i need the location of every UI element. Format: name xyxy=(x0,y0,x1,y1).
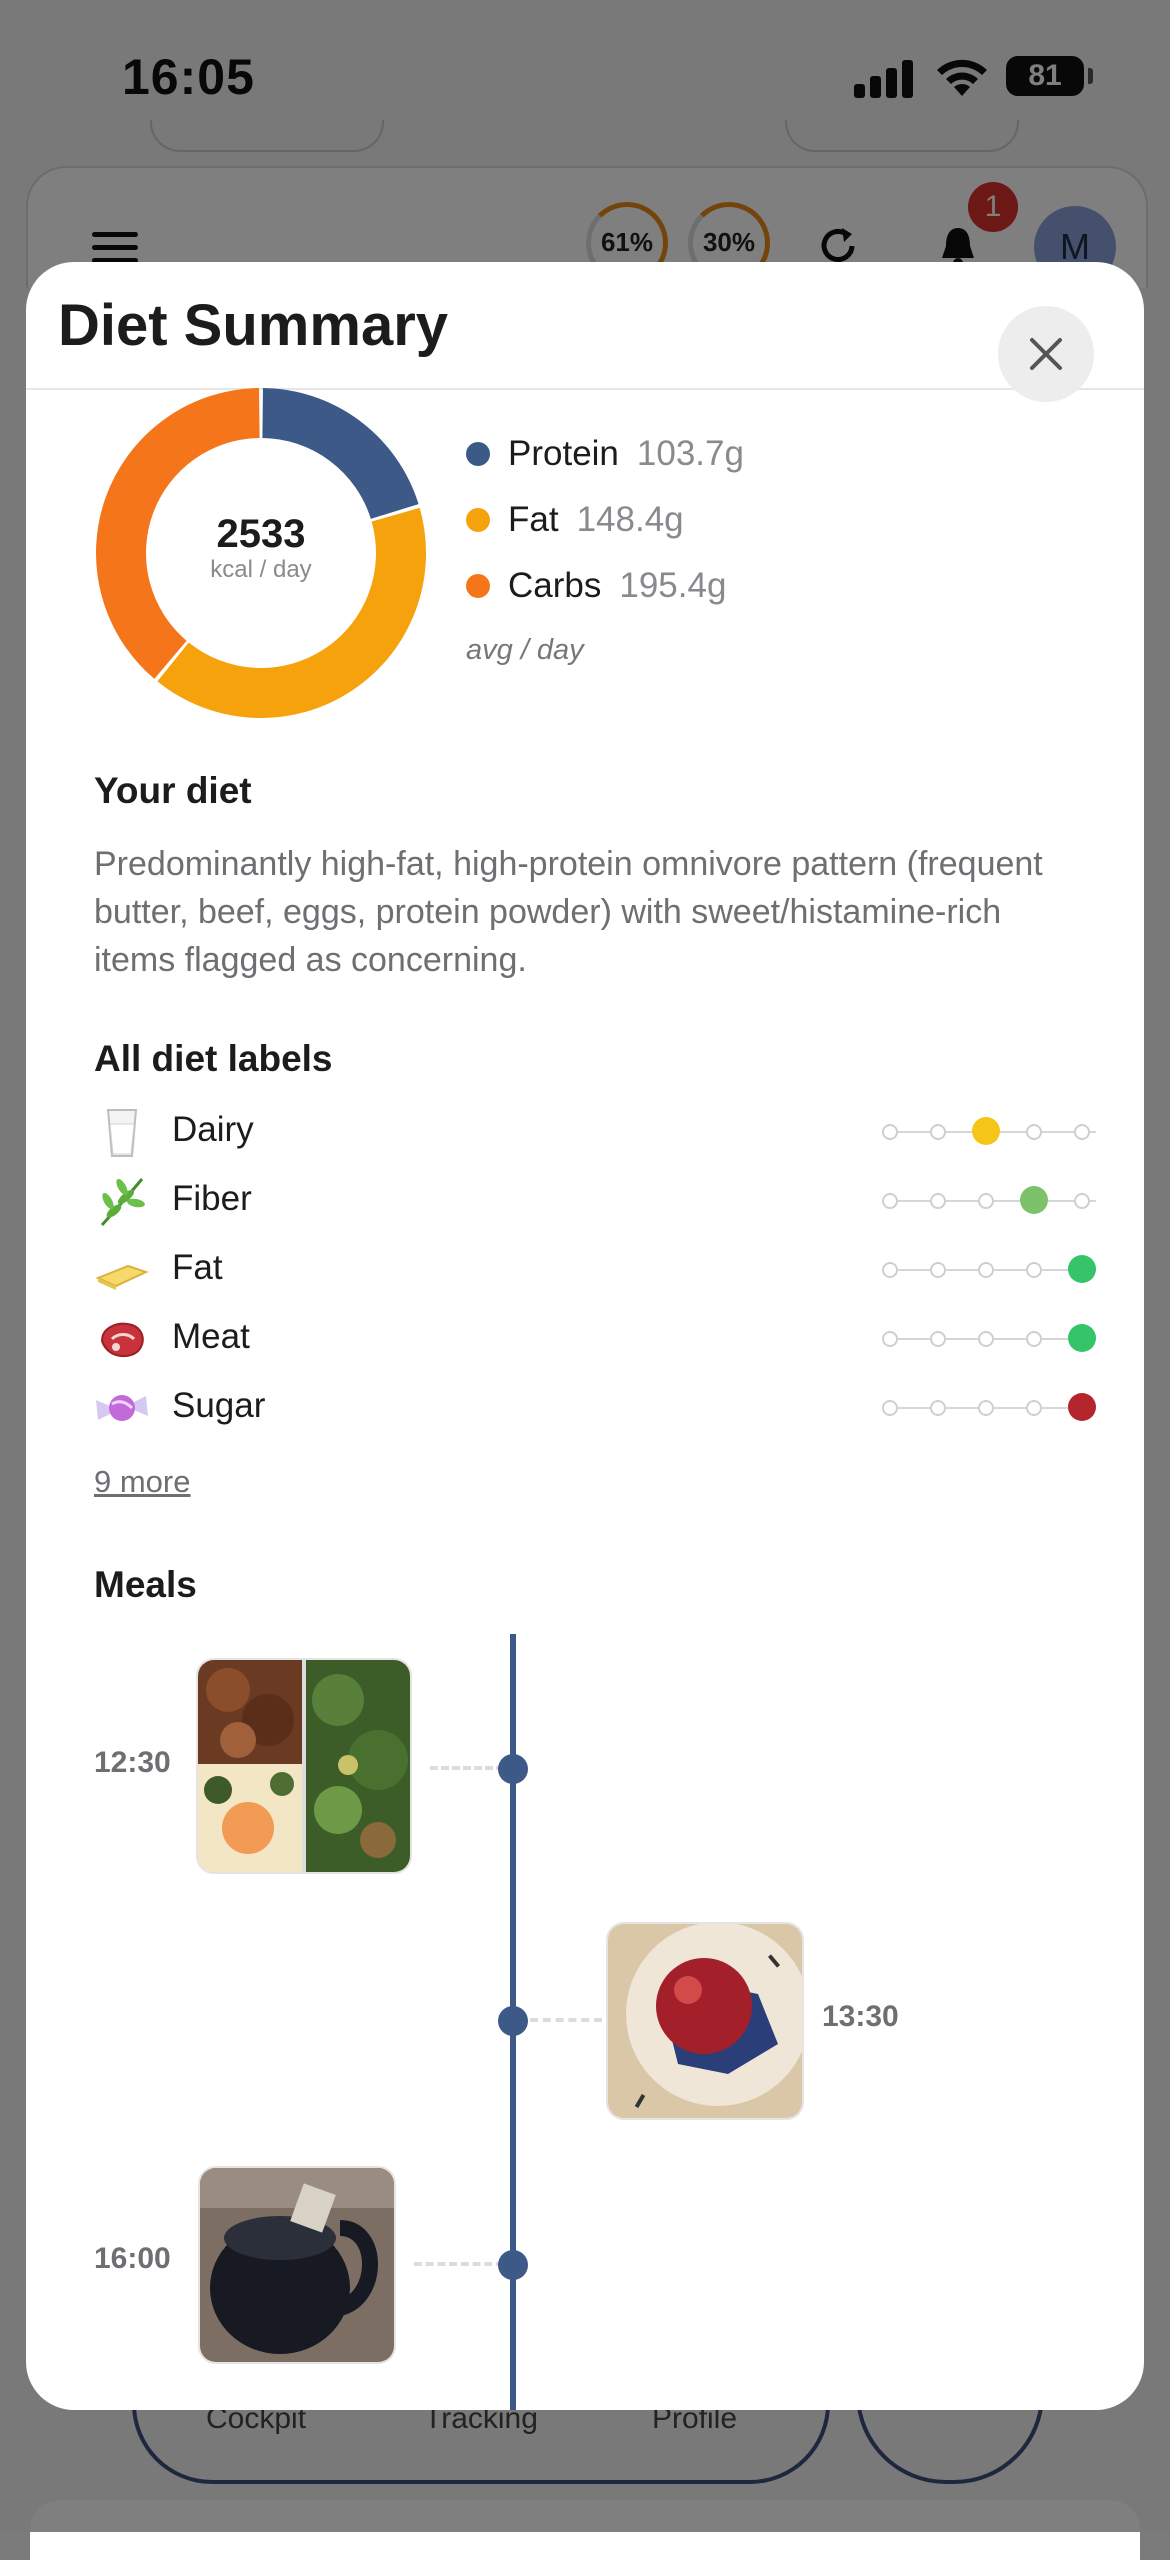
scale-dot-active xyxy=(1068,1393,1096,1421)
scale-dot xyxy=(882,1331,898,1347)
scale-dot-active xyxy=(972,1117,1000,1145)
diet-label-name: Dairy xyxy=(172,1110,254,1149)
scale-dot xyxy=(978,1193,994,1209)
diet-label-row: Meat xyxy=(94,1307,1096,1371)
scale-dot xyxy=(1026,1331,1042,1347)
meals-heading: Meals xyxy=(94,1564,197,1605)
scale-dot xyxy=(1074,1193,1090,1209)
scale-dot xyxy=(978,1400,994,1416)
legend-value: 103.7g xyxy=(636,434,744,473)
scale-dot-active xyxy=(1068,1255,1096,1283)
scale-dot xyxy=(1026,1262,1042,1278)
scale-dot xyxy=(930,1193,946,1209)
scale-dot xyxy=(882,1124,898,1140)
calorie-value: 2533 xyxy=(216,512,306,556)
timeline-connector xyxy=(430,1766,504,1774)
scale-dot xyxy=(930,1124,946,1140)
scale-dot-active xyxy=(1068,1324,1096,1352)
diet-label-name: Meat xyxy=(172,1317,250,1356)
carbs-color-dot xyxy=(466,574,490,598)
show-more-labels-link[interactable]: 9 more xyxy=(94,1464,190,1500)
scale-dot xyxy=(882,1193,898,1209)
legend-label: Protein xyxy=(508,434,619,473)
scale-dot xyxy=(930,1331,946,1347)
meal-photo-fruit xyxy=(608,1924,802,2118)
legend-value: 148.4g xyxy=(576,500,684,539)
scale-dot xyxy=(882,1262,898,1278)
fat-color-dot xyxy=(466,508,490,532)
diet-label-row: Dairy xyxy=(94,1100,1096,1164)
close-icon xyxy=(1030,338,1062,370)
scale-dot-active xyxy=(1020,1186,1048,1214)
timeline-node xyxy=(498,2250,528,2280)
diet-label-name: Sugar xyxy=(172,1386,266,1425)
meal-photo-mug xyxy=(200,2168,394,2362)
diet-label-row: Sugar xyxy=(94,1376,1096,1440)
calorie-unit: kcal / day xyxy=(210,556,312,583)
modal-header: Diet Summary xyxy=(26,262,1144,402)
diet-label-scale xyxy=(882,1324,1102,1352)
legend-value: 195.4g xyxy=(619,566,727,605)
meal-photo-collage xyxy=(198,1660,410,1872)
scale-dot xyxy=(1026,1400,1042,1416)
meal-photo[interactable] xyxy=(198,2166,396,2364)
scale-dot xyxy=(1026,1124,1042,1140)
diet-label-scale xyxy=(882,1393,1102,1421)
legend-label: Fat xyxy=(508,500,559,539)
candy-icon xyxy=(96,1395,148,1421)
donut-slice-protein xyxy=(261,388,419,520)
meal-photo[interactable] xyxy=(196,1658,412,1874)
butter-icon xyxy=(95,1264,149,1290)
diet-label-scale xyxy=(882,1117,1102,1145)
scale-dot xyxy=(930,1262,946,1278)
herb-icon xyxy=(100,1178,145,1227)
meat-cut-icon xyxy=(100,1322,144,1358)
diet-description: Predominantly high-fat, high-protein omn… xyxy=(94,845,1043,979)
diet-labels-heading: All diet labels xyxy=(94,1038,333,1079)
legend-label: Carbs xyxy=(508,566,602,605)
diet-label-scale xyxy=(882,1255,1102,1283)
diet-label-name: Fiber xyxy=(172,1179,252,1218)
modal-title: Diet Summary xyxy=(58,293,449,358)
calorie-summary: 2533 kcal / day xyxy=(96,512,426,584)
meal-photo[interactable] xyxy=(606,1922,804,2120)
scale-dot xyxy=(978,1262,994,1278)
diet-label-row: Fat xyxy=(94,1238,1096,1302)
timeline-node xyxy=(498,1754,528,1784)
scale-dot xyxy=(930,1400,946,1416)
milk-glass-icon xyxy=(106,1109,138,1157)
timeline-connector xyxy=(414,2262,504,2270)
scale-dot xyxy=(882,1400,898,1416)
protein-color-dot xyxy=(466,442,490,466)
meal-time: 13:30 xyxy=(822,2000,899,2033)
close-button[interactable] xyxy=(998,306,1094,402)
diet-label-row: Fiber xyxy=(94,1169,1096,1233)
scale-dot xyxy=(978,1331,994,1347)
diet-summary-modal: Diet Summary 2533 kcal / day Protein 103.… xyxy=(26,262,1144,2410)
your-diet-heading: Your diet xyxy=(94,770,252,811)
timeline-node xyxy=(498,2006,528,2036)
legend-footnote: avg / day xyxy=(466,634,584,666)
meal-time: 16:00 xyxy=(94,2242,171,2275)
scale-dot xyxy=(1074,1124,1090,1140)
diet-label-scale xyxy=(882,1186,1102,1214)
timeline-connector xyxy=(530,2018,602,2026)
meal-time: 12:30 xyxy=(94,1746,171,1779)
diet-label-name: Fat xyxy=(172,1248,223,1287)
